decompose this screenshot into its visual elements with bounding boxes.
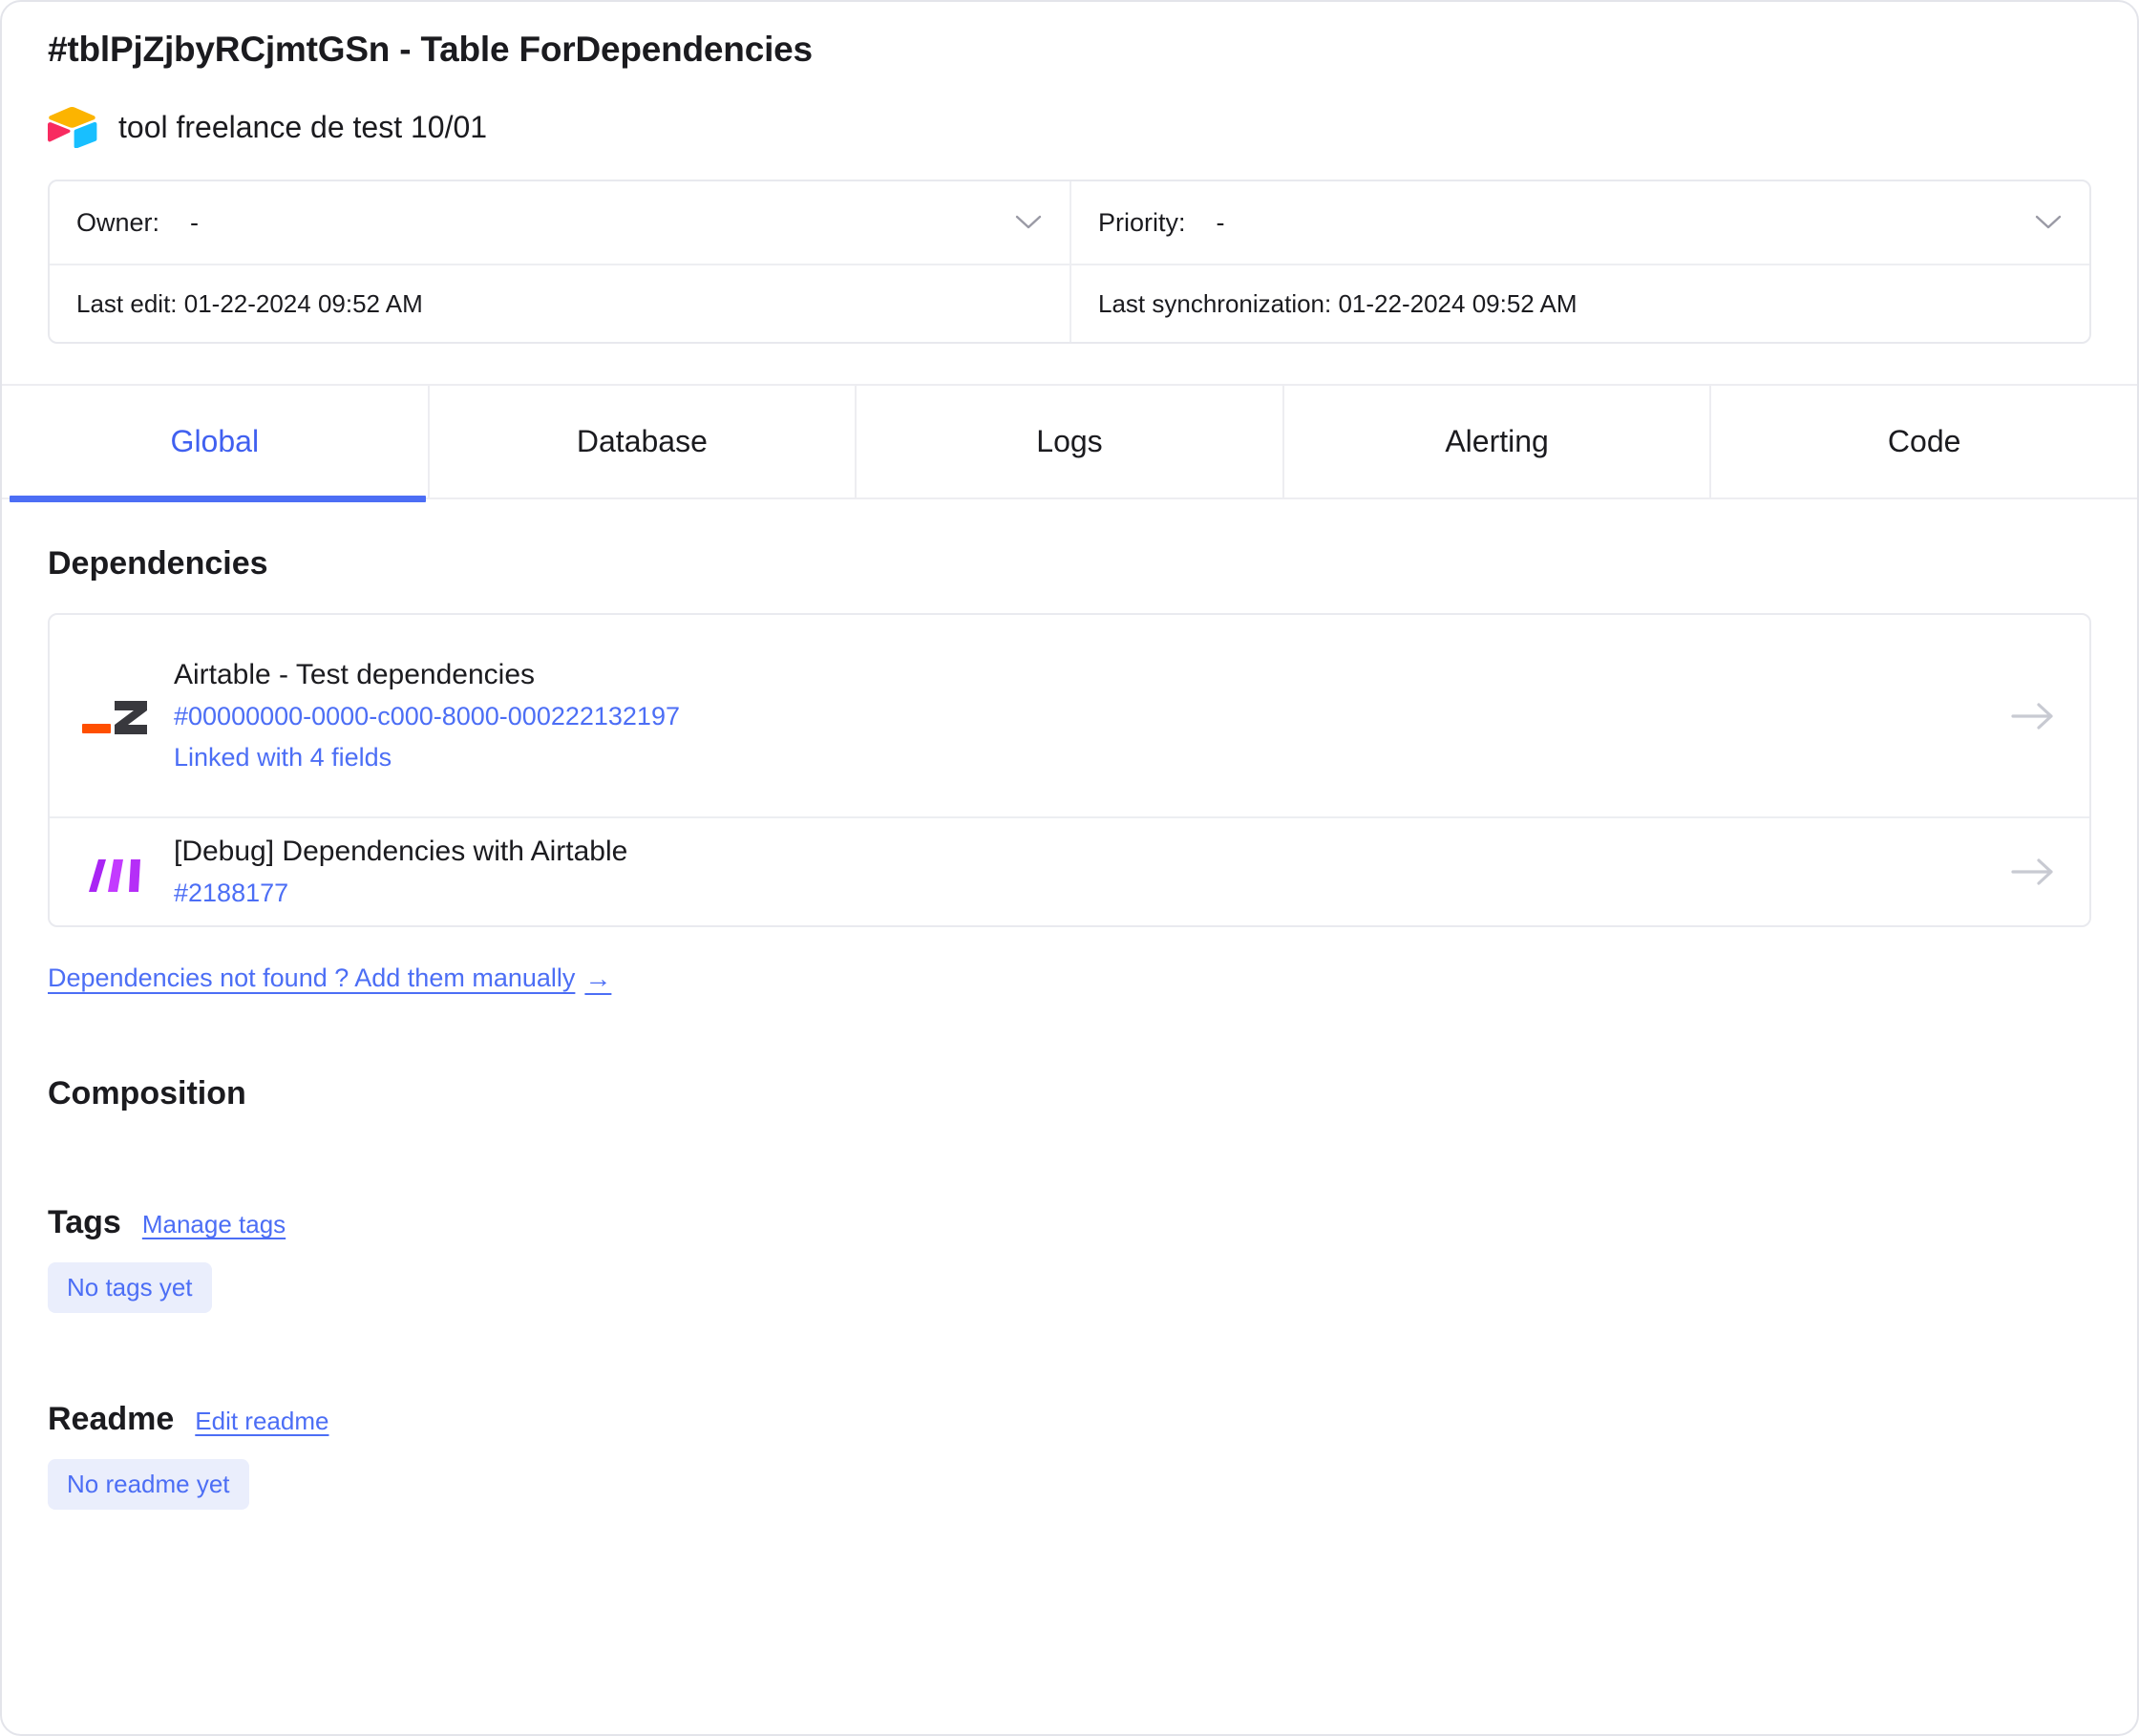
tags-empty-badge: No tags yet bbox=[48, 1262, 212, 1314]
tool-detail-panel: #tblPjZjbyRCjmtGSn - Table ForDependenci… bbox=[0, 0, 2139, 1736]
tab-label: Code bbox=[1887, 424, 1961, 459]
last-sync-text: Last synchronization: 01-22-2024 09:52 A… bbox=[1098, 288, 1578, 318]
tab-alerting[interactable]: Alerting bbox=[1283, 386, 1712, 498]
dependency-texts: Airtable - Test dependencies #00000000-0… bbox=[157, 656, 2009, 777]
dependencies-list: Airtable - Test dependencies #00000000-0… bbox=[48, 613, 2091, 928]
priority-select[interactable]: Priority: - bbox=[1098, 208, 2063, 238]
tags-header: Tags Manage tags bbox=[48, 1204, 2091, 1241]
dependency-name: [Debug] Dependencies with Airtable bbox=[174, 835, 628, 867]
dependencies-heading: Dependencies bbox=[48, 545, 268, 582]
owner-select[interactable]: Owner: - bbox=[76, 208, 1043, 238]
dependency-sub: Linked with 4 fields bbox=[174, 743, 392, 773]
readme-empty-badge: No readme yet bbox=[48, 1459, 249, 1511]
dependency-name: Airtable - Test dependencies bbox=[174, 658, 536, 690]
priority-cell: Priority: - bbox=[1070, 181, 2089, 265]
tab-label: Logs bbox=[1036, 424, 1103, 459]
priority-label: Priority: bbox=[1098, 207, 1186, 237]
chevron-down-icon bbox=[1014, 214, 1043, 231]
app-identity-row: tool freelance de test 10/01 bbox=[48, 99, 2091, 155]
readme-heading: Readme bbox=[48, 1401, 175, 1438]
tab-global[interactable]: Global bbox=[2, 386, 430, 503]
tab-logs[interactable]: Logs bbox=[857, 386, 1284, 498]
panel-body: Dependencies Airtable - Test dependencie… bbox=[2, 545, 2137, 1511]
manage-tags-link[interactable]: Manage tags bbox=[142, 1210, 286, 1239]
dependency-id: #00000000-0000-c000-8000-000222132197 bbox=[174, 702, 680, 730]
priority-value: - bbox=[1216, 207, 1225, 237]
meta-timestamps-row: Last edit: 01-22-2024 09:52 AM Last sync… bbox=[50, 264, 2089, 343]
edit-readme-link[interactable]: Edit readme bbox=[195, 1407, 328, 1436]
meta-card: Owner: - Priority: - Last edit: 01-22-20… bbox=[48, 180, 2091, 345]
page-title: #tblPjZjbyRCjmtGSn - Table ForDependenci… bbox=[48, 30, 813, 69]
tab-database[interactable]: Database bbox=[429, 386, 858, 498]
arrow-right-icon[interactable] bbox=[2009, 856, 2057, 888]
app-name: tool freelance de test 10/01 bbox=[118, 109, 488, 144]
meta-selects-row: Owner: - Priority: - bbox=[50, 181, 2089, 265]
composition-heading: Composition bbox=[48, 1075, 246, 1112]
last-sync-cell: Last synchronization: 01-22-2024 09:52 A… bbox=[1070, 264, 2089, 343]
tab-label: Global bbox=[170, 424, 260, 459]
tab-label: Database bbox=[576, 424, 708, 459]
monday-logo-icon bbox=[74, 846, 157, 898]
add-dependencies-manually-link[interactable]: Dependencies not found ? Add them manual… bbox=[48, 963, 611, 993]
airtable-logo-icon bbox=[48, 106, 97, 149]
zapier-z-logo-icon bbox=[74, 689, 157, 743]
owner-cell: Owner: - bbox=[50, 181, 1070, 264]
last-edit-text: Last edit: 01-22-2024 09:52 AM bbox=[76, 288, 423, 318]
readme-header: Readme Edit readme bbox=[48, 1401, 2091, 1438]
chevron-down-icon bbox=[2034, 214, 2063, 231]
tab-code[interactable]: Code bbox=[1711, 386, 2137, 498]
arrow-right-icon: → bbox=[584, 963, 612, 993]
tab-label: Alerting bbox=[1445, 424, 1549, 459]
tags-heading: Tags bbox=[48, 1204, 121, 1241]
panel-header: #tblPjZjbyRCjmtGSn - Table ForDependenci… bbox=[2, 2, 2137, 155]
dependency-id: #2188177 bbox=[174, 879, 289, 908]
last-edit-cell: Last edit: 01-22-2024 09:52 AM bbox=[50, 264, 1070, 342]
dependency-row[interactable]: Airtable - Test dependencies #00000000-0… bbox=[50, 615, 2089, 816]
dependency-texts: [Debug] Dependencies with Airtable #2188… bbox=[157, 833, 2009, 913]
dependency-row[interactable]: [Debug] Dependencies with Airtable #2188… bbox=[50, 816, 2089, 925]
add-dependencies-manually-label: Dependencies not found ? Add them manual… bbox=[48, 963, 576, 993]
tab-bar: Global Database Logs Alerting Code bbox=[2, 384, 2137, 503]
owner-value: - bbox=[190, 207, 200, 237]
owner-label: Owner: bbox=[76, 207, 160, 237]
arrow-right-icon[interactable] bbox=[2009, 700, 2057, 732]
